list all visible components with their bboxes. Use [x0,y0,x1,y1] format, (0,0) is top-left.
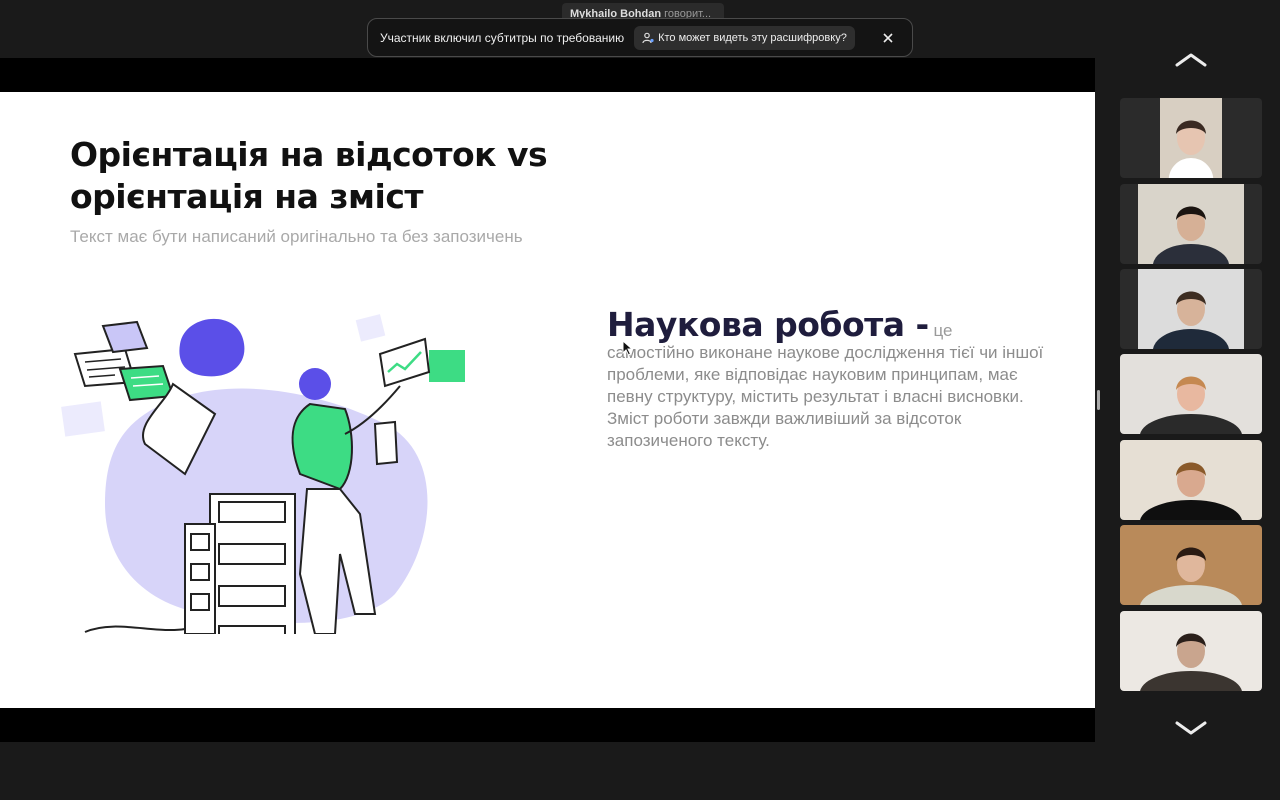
participant-tile[interactable] [1120,354,1262,434]
slide-title: Орієнтація на відсоток vs орієнтація на … [70,135,548,216]
captions-banner-text: Участник включил субтитры по требованию [380,30,625,45]
participant-silhouette [1168,120,1214,178]
chevron-down-icon [1175,721,1207,735]
participant-tile[interactable] [1120,184,1262,264]
participant-tile[interactable] [1120,611,1262,691]
participant-video [1138,269,1244,349]
chevron-up-icon [1175,53,1207,67]
definition-note: Зміст роботи завжди важливіший за відсот… [607,409,962,450]
participant-silhouette [1140,376,1242,434]
server-illustration [61,314,465,634]
panel-resize-handle[interactable] [1097,390,1100,410]
participant-video [1120,611,1262,691]
definition-body: самостійно виконане наукове дослідження … [607,343,1044,406]
participant-tile[interactable] [1120,525,1262,605]
participant-video [1120,525,1262,605]
people-icon [642,32,654,43]
participant-silhouette [1153,291,1229,349]
participant-silhouette [1153,206,1229,264]
participant-tile[interactable] [1120,440,1262,520]
participant-tile[interactable] [1120,269,1262,349]
gallery-scroll-up-button[interactable] [1171,48,1211,72]
participant-silhouette [1140,633,1242,691]
participant-video [1120,354,1262,434]
transcript-visibility-label: Кто может видеть эту расшифровку? [658,31,847,44]
mouse-cursor-icon [622,340,634,356]
presentation-slide: Орієнтація на відсоток vs орієнтація на … [0,92,1095,708]
participant-tile[interactable] [1120,98,1262,178]
participant-silhouette [1140,547,1242,605]
gallery-scroll-down-button[interactable] [1171,716,1211,740]
close-banner-button[interactable] [878,28,898,48]
slide-subtitle: Текст має бути написаний оригінально та … [70,227,523,246]
close-icon [883,32,893,43]
definition-heading: Наукова робота - [607,305,929,344]
transcript-visibility-button[interactable]: Кто может видеть эту расшифровку? [634,25,855,50]
definition-lead: це [933,321,953,340]
participant-video [1160,98,1222,178]
participant-video [1138,184,1244,264]
captions-banner: Участник включил субтитры по требованию … [367,18,913,57]
participant-video [1120,440,1262,520]
participant-silhouette [1140,462,1242,520]
definition-block: Наукова робота - це самостійно виконане … [607,308,1047,452]
